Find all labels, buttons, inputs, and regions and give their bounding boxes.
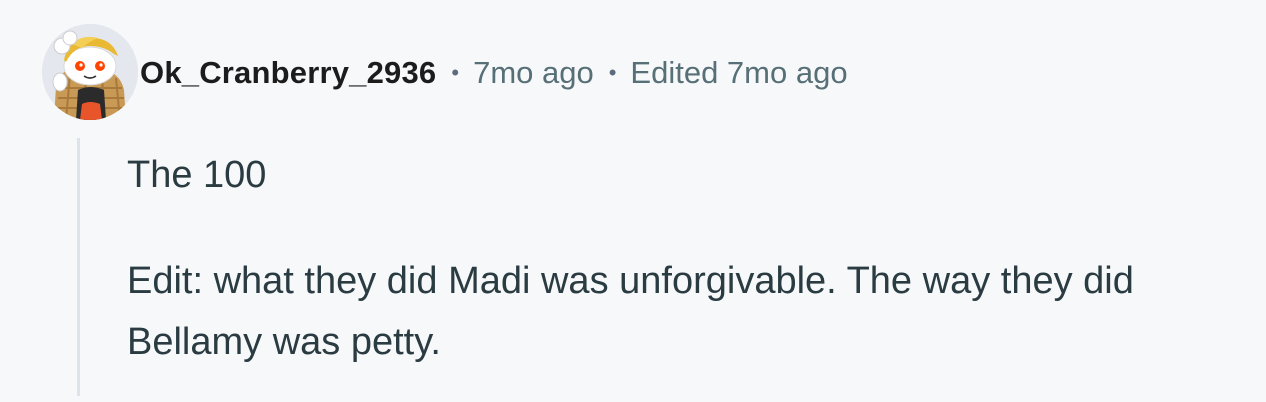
meta-separator: • (608, 60, 617, 85)
snoo-avatar-icon (42, 24, 138, 120)
author-username[interactable]: Ok_Cranberry_2936 (140, 55, 436, 91)
meta-separator: • (451, 60, 460, 85)
thread-line[interactable] (77, 138, 80, 396)
comment-paragraph: The 100 (127, 154, 267, 196)
comment-paragraph: Edit: what they did Madi was unforgivabl… (127, 260, 1134, 363)
comment: Ok_Cranberry_2936 • 7mo ago • Edited 7mo… (0, 0, 1266, 402)
comment-body: The 100 Edit: what they did Madi was unf… (127, 145, 1237, 373)
edited-label: Edited 7mo ago (630, 55, 848, 90)
comment-timestamp[interactable]: 7mo ago (473, 55, 594, 91)
comment-meta: Ok_Cranberry_2936 • 7mo ago • Edited 7mo… (140, 52, 848, 94)
user-avatar[interactable] (42, 24, 138, 120)
